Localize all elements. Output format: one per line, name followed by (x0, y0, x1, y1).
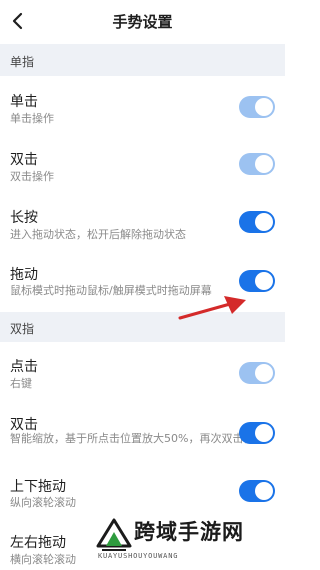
setting-description: 进入拖动状态，松开后解除拖动状态 (10, 228, 186, 241)
setting-description: 横向滚轮滚动 (10, 553, 76, 566)
watermark: 跨域手游网 KUAYUSHOUYOUWANG (94, 512, 282, 564)
toggle-knob (255, 482, 273, 500)
setting-description: 纵向滚轮滚动 (10, 496, 76, 509)
setting-label: 双击 (10, 152, 38, 168)
two-finger-tap-toggle[interactable] (239, 362, 275, 384)
drag-toggle[interactable] (239, 270, 275, 292)
setting-label: 上下拖动 (10, 479, 66, 495)
setting-row-two-finger-tap[interactable]: 点击 右键 (0, 342, 285, 402)
setting-row-long-press[interactable]: 长按 进入拖动状态，松开后解除拖动状态 (0, 194, 285, 252)
toggle-knob (255, 272, 273, 290)
setting-label: 拖动 (10, 267, 38, 283)
double-tap-toggle[interactable] (239, 153, 275, 175)
setting-label: 点击 (10, 359, 38, 375)
toggle-knob (255, 424, 273, 442)
section-header-single-finger: 单指 (0, 44, 285, 76)
toggle-knob (255, 98, 273, 116)
header-bar: 手势设置 (0, 0, 285, 44)
setting-row-two-finger-double-tap[interactable]: 双击 智能缩放，基于所点击位置放大50%，再次双击恢复 (0, 402, 285, 468)
setting-row-tap[interactable]: 单击 单击操作 (0, 76, 285, 136)
toggle-knob (255, 213, 273, 231)
watermark-logo-icon (96, 518, 132, 551)
setting-description: 双击操作 (10, 170, 54, 183)
setting-label: 左右拖动 (10, 535, 66, 551)
red-arrow-annotation-icon (178, 296, 246, 320)
two-finger-double-tap-toggle[interactable] (239, 422, 275, 444)
watermark-text: 跨域手游网 (134, 520, 244, 544)
toggle-knob (255, 155, 273, 173)
vertical-drag-toggle[interactable] (239, 480, 275, 502)
setting-description: 右键 (10, 377, 32, 390)
section-label: 单指 (10, 55, 35, 69)
tap-toggle[interactable] (239, 96, 275, 118)
page-title: 手势设置 (112, 13, 173, 31)
setting-description: 智能缩放，基于所点击位置放大50%，再次双击恢复 (10, 432, 266, 445)
setting-row-double-tap[interactable]: 双击 双击操作 (0, 136, 285, 194)
watermark-subtext: KUAYUSHOUYOUWANG (98, 552, 179, 560)
setting-label: 双击 (10, 417, 38, 433)
long-press-toggle[interactable] (239, 211, 275, 233)
section-label: 双指 (10, 322, 35, 336)
setting-description: 单击操作 (10, 112, 54, 125)
setting-label: 单击 (10, 94, 38, 110)
setting-label: 长按 (10, 210, 38, 226)
toggle-knob (255, 364, 273, 382)
